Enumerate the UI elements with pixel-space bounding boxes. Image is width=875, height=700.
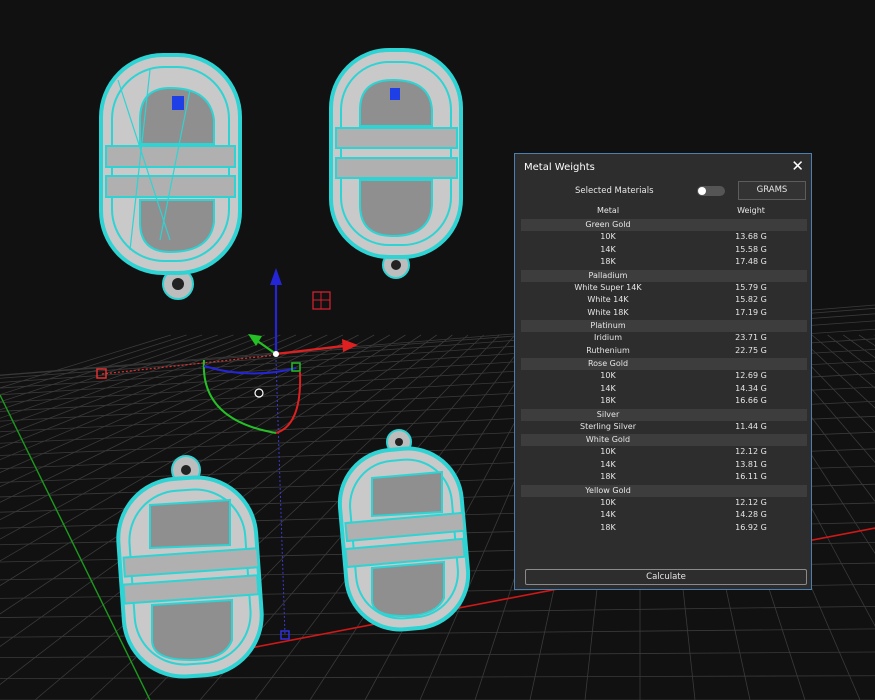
- metal-weight: 12.12 G: [735, 447, 767, 456]
- metal-name: 18K: [600, 522, 616, 532]
- metal-weight: 17.19 G: [735, 307, 767, 317]
- calculate-button[interactable]: Calculate: [525, 569, 807, 585]
- metal-weight: 15.58 G: [735, 244, 767, 254]
- metal-column-header: Metal: [596, 206, 620, 215]
- table-row: White 14K 15.82 G: [521, 294, 807, 307]
- table-row: White 18K 17.19 G: [521, 307, 807, 320]
- group-name: Platinum: [590, 321, 626, 330]
- metal-name: 10K: [600, 497, 616, 507]
- table-row: 14K 15.58 G: [521, 244, 807, 257]
- selected-materials-label: Selected Materials: [575, 186, 654, 196]
- metal-name: 18K: [600, 257, 616, 266]
- table-row: 18K 16.11 G: [521, 471, 807, 484]
- pendant-model-2[interactable]: [329, 48, 463, 279]
- group-header: Silver: [521, 408, 807, 421]
- metal-name: 18K: [600, 472, 616, 481]
- weights-table: Green Gold 10K 13.68 G 14K 15.58 G 18K 17.48 G…: [521, 218, 807, 534]
- metal-name: 14K: [600, 383, 616, 393]
- group-header: Palladium: [521, 269, 807, 282]
- metal-weight: 12.69 G: [735, 371, 767, 380]
- metal-weight: 17.48 G: [735, 257, 767, 266]
- table-row: 18K 16.66 G: [521, 395, 807, 408]
- metal-name: 14K: [600, 244, 616, 254]
- metal-weight: 15.79 G: [735, 282, 767, 292]
- metal-weight: 14.28 G: [735, 510, 767, 519]
- table-row: 14K 14.28 G: [521, 509, 807, 522]
- table-row: 14K 13.81 G: [521, 459, 807, 472]
- metal-name: 14K: [600, 459, 616, 469]
- metal-name: 14K: [600, 510, 616, 519]
- group-header: Yellow Gold: [521, 484, 807, 497]
- group-name: Yellow Gold: [585, 485, 631, 495]
- metal-weight: 15.82 G: [735, 295, 767, 304]
- table-row: 10K 13.68 G: [521, 231, 807, 244]
- metal-name: 10K: [600, 371, 616, 380]
- table-header: Metal Weight: [521, 204, 807, 218]
- table-row: White Super 14K 15.79 G: [521, 282, 807, 295]
- metal-name: Sterling Silver: [579, 421, 637, 431]
- metal-name: Iridium: [593, 333, 623, 342]
- group-name: White Gold: [585, 435, 631, 444]
- metal-name: 10K: [600, 232, 616, 241]
- unit-button[interactable]: GRAMS: [738, 181, 806, 200]
- metal-weight: 11.44 G: [735, 421, 767, 431]
- pivot-point[interactable]: [273, 351, 279, 357]
- table-row: Iridium 23.71 G: [521, 332, 807, 345]
- group-header: Platinum: [521, 320, 807, 332]
- metal-name: White 14K: [587, 295, 629, 304]
- table-row: 10K 12.12 G: [521, 446, 807, 459]
- metal-weight: 23.71 G: [735, 333, 767, 342]
- table-row: Sterling Silver 11.44 G: [521, 421, 807, 434]
- metal-weight: 16.66 G: [735, 396, 767, 405]
- group-name: Silver: [596, 409, 620, 419]
- panel-title: Metal Weights: [524, 162, 595, 173]
- table-row: 10K 12.69 G: [521, 370, 807, 383]
- toggle-knob: [698, 187, 706, 195]
- group-header: Rose Gold: [521, 358, 807, 370]
- close-icon[interactable]: ✕: [791, 157, 804, 175]
- metal-weight: 16.11 G: [735, 472, 767, 481]
- metal-weight: 22.75 G: [735, 345, 767, 355]
- table-row: 10K 12.12 G: [521, 497, 807, 510]
- group-name: Green Gold: [585, 220, 631, 229]
- group-name: Rose Gold: [587, 359, 629, 368]
- metal-name: 18K: [600, 396, 616, 405]
- metal-name: Ruthenium: [586, 345, 630, 355]
- table-row: 14K 14.34 G: [521, 383, 807, 396]
- metal-weight: 13.68 G: [735, 232, 767, 241]
- metal-name: 10K: [600, 447, 616, 456]
- group-header: White Gold: [521, 434, 807, 446]
- group-header: Green Gold: [521, 219, 807, 231]
- metal-name: White 18K: [587, 307, 629, 317]
- table-row: 18K 17.48 G: [521, 256, 807, 269]
- metal-weight: 12.12 G: [735, 497, 767, 507]
- weight-column-header: Weight: [737, 206, 765, 215]
- selected-materials-toggle[interactable]: [697, 186, 725, 196]
- metal-weight: 16.92 G: [735, 522, 767, 532]
- metal-weight: 14.34 G: [735, 383, 767, 393]
- group-name: Palladium: [588, 270, 628, 280]
- table-row: 18K 16.92 G: [521, 522, 807, 535]
- metal-weight: 13.81 G: [735, 459, 767, 469]
- metal-weights-panel: Metal Weights ✕ Selected Materials GRAMS…: [514, 153, 812, 590]
- metal-name: White Super 14K: [574, 282, 642, 292]
- table-row: Ruthenium 22.75 G: [521, 345, 807, 358]
